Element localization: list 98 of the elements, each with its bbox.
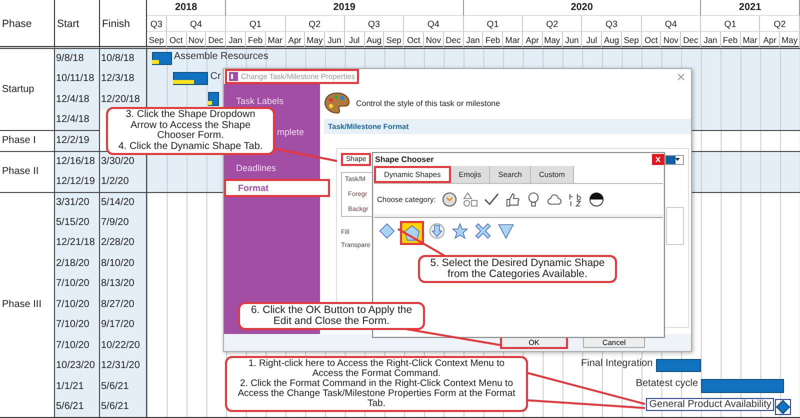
quarter-header: Q1 xyxy=(226,16,286,32)
column-header: Phase xyxy=(0,0,55,48)
table-cell: 1/2/20 xyxy=(100,171,147,192)
sidebar-item[interactable]: Format xyxy=(224,179,330,197)
check-icon[interactable] xyxy=(484,192,499,206)
sidebar-item[interactable]: Deadlines xyxy=(236,161,276,175)
table-cell: 8/10/20 xyxy=(100,253,147,274)
triangle-icon xyxy=(498,223,514,239)
quarter-header: Q3 xyxy=(147,16,167,32)
star-icon xyxy=(452,223,468,239)
quarter-header: Q4 xyxy=(404,16,464,32)
task-label: Final Integration xyxy=(581,358,653,368)
close-icon[interactable] xyxy=(652,154,664,165)
table-cell: 7/10/20 xyxy=(55,274,100,294)
table-cell: 5/6/21 xyxy=(100,376,147,396)
dropdown-arrow-icon[interactable] xyxy=(675,158,680,161)
quarter-header: Q1 xyxy=(701,16,760,32)
table-cell: 7/10/20 xyxy=(55,335,100,356)
task-bar[interactable] xyxy=(173,72,208,85)
callout-text: 5. Select the Desired Dynamic Shape from the Categories Available. xyxy=(429,258,606,280)
table-cell: 2/28/20 xyxy=(100,232,147,253)
sidebar-item[interactable]: mplete xyxy=(277,125,304,139)
quarter-header: Q4 xyxy=(642,16,702,32)
half-circle-icon[interactable] xyxy=(588,192,604,206)
table-cell: 12/31/20 xyxy=(100,356,147,376)
cross-icon xyxy=(475,223,491,239)
clock-icon[interactable] xyxy=(442,192,457,206)
callout-text: 1. Right-click here to Access the Right-Click Context Menu to Access the Format Command. xyxy=(247,359,506,379)
shapes-icon[interactable] xyxy=(462,192,478,206)
year-header: 2020 xyxy=(464,0,702,16)
table-cell: 2/18/20 xyxy=(55,253,100,274)
callout-text: 6. Click the OK Button to Apply the Edit and Close the Form. xyxy=(250,305,414,328)
shape-option[interactable] xyxy=(377,221,397,241)
task-label: Betatest cycle xyxy=(636,378,698,389)
task-label: Cr xyxy=(210,70,221,82)
down-arrow-icon xyxy=(429,223,445,239)
table-cell: 12/21/18 xyxy=(55,232,100,253)
table-cell: 12/16/18 xyxy=(55,150,100,171)
diamond-icon xyxy=(379,223,395,239)
table-cell: 10/8/18 xyxy=(100,48,147,68)
table-cell: 7/10/20 xyxy=(55,294,100,314)
callout-text: 3. Click the Shape Dropdown Arrow to Access the Shape Chooser Form. xyxy=(124,110,256,142)
quarter-header: Q1 xyxy=(464,16,523,32)
thumbs-up-icon[interactable] xyxy=(504,192,520,206)
callout-text: 2. Click the Format Command in the Right-Click Context Menu to Access the Change Task/Milestone Properties Form at the Format Tab. xyxy=(236,378,516,409)
table-cell: 5/6/21 xyxy=(100,396,147,417)
table-cell: 12/3/18 xyxy=(100,68,147,89)
table-cell: 9/8/18 xyxy=(55,48,100,68)
quarter-header: Q3 xyxy=(344,16,404,32)
table-cell: 5/14/20 xyxy=(100,192,147,212)
table-cell: 3/31/20 xyxy=(55,192,100,212)
table-cell: 7/10/20 xyxy=(55,314,100,335)
quarter-header: Q2 xyxy=(522,16,582,32)
table-cell: 5/15/20 xyxy=(55,212,100,232)
quarter-header: Q2 xyxy=(760,16,800,32)
shape-option[interactable] xyxy=(496,221,516,241)
quarter-header: Q2 xyxy=(286,16,345,32)
callout-text: 4. Click the Dynamic Shape Tab. xyxy=(118,142,263,152)
table-cell: 10/22/20 xyxy=(100,335,147,356)
letters-numbers-icon[interactable] xyxy=(568,192,583,206)
table-cell: 9/17/20 xyxy=(100,314,147,335)
shape-option[interactable] xyxy=(473,221,493,241)
task-label: Assemble Resources xyxy=(174,51,268,62)
table-cell: 5/6/21 xyxy=(55,396,100,417)
description-text: Control the style of this task or milestone xyxy=(356,98,500,108)
light-bulb-icon[interactable] xyxy=(526,192,541,206)
shape-option[interactable] xyxy=(400,221,424,245)
table-cell: 8/13/20 xyxy=(100,274,147,294)
year-header: 2019 xyxy=(226,0,464,16)
pentagon-icon xyxy=(404,225,420,241)
task-bar[interactable] xyxy=(208,92,220,106)
table-cell: 10/11/18 xyxy=(55,68,100,89)
table-cell: 7/9/20 xyxy=(100,212,147,232)
app-icon xyxy=(229,72,238,81)
table-cell: 1/1/21 xyxy=(55,376,100,396)
milestone-label: General Product Availability xyxy=(646,398,774,410)
quarter-header: Q3 xyxy=(582,16,642,32)
diamond-milestone-icon[interactable] xyxy=(775,398,792,414)
task-bar[interactable] xyxy=(656,358,702,372)
table-cell: 10/23/20 xyxy=(55,356,100,376)
table-cell: 12/2/19 xyxy=(55,130,100,150)
sidebar-item[interactable]: Task Labels xyxy=(236,94,284,108)
shape-option[interactable] xyxy=(427,221,447,241)
table-cell: 8/27/20 xyxy=(100,294,147,314)
table-cell: 12/12/19 xyxy=(55,171,100,192)
table-cell: 12/4/18 xyxy=(55,89,100,110)
year-header: 2021 xyxy=(701,0,800,16)
year-header: 2018 xyxy=(147,0,226,16)
close-icon[interactable] xyxy=(677,72,685,80)
task-bar[interactable] xyxy=(152,52,172,64)
palette-icon xyxy=(324,92,350,114)
spin-field[interactable] xyxy=(666,207,684,245)
cloud-icon[interactable] xyxy=(546,192,562,206)
window-title: Shape Chooser xyxy=(375,155,434,164)
shape-option[interactable] xyxy=(450,221,470,241)
table-cell: 12/4/18 xyxy=(55,110,100,130)
quarter-header: Q4 xyxy=(166,16,226,32)
shape-dropdown[interactable] xyxy=(665,154,684,164)
